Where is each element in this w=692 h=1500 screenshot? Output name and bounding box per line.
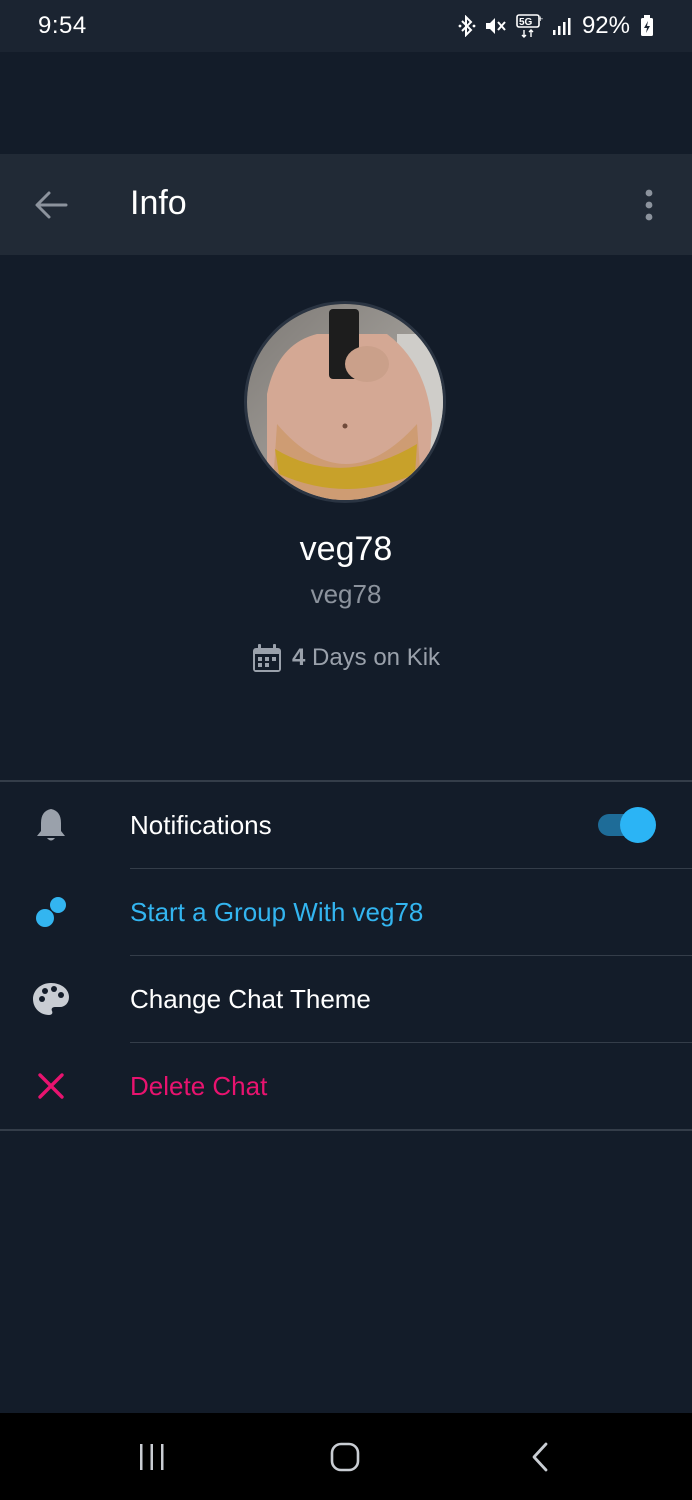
delete-chat-label: Delete Chat — [130, 1070, 268, 1101]
username: veg78 — [310, 579, 382, 609]
bell-icon — [37, 809, 65, 841]
profile-photo — [247, 304, 443, 500]
delete-chat-row[interactable]: Delete Chat — [0, 1043, 692, 1129]
close-icon-wrap — [30, 1065, 72, 1107]
app-bar: Info — [0, 154, 692, 255]
back-icon — [532, 1442, 548, 1472]
signal-icon — [552, 18, 571, 35]
svg-text:5G: 5G — [519, 17, 533, 28]
bell-icon-wrap — [30, 804, 72, 846]
close-icon — [38, 1073, 64, 1099]
change-theme-label: Change Chat Theme — [130, 983, 371, 1014]
group-dots-icon — [36, 897, 66, 927]
days-on-kik: 4 Days on Kik — [0, 643, 692, 673]
more-options-button[interactable] — [630, 182, 668, 228]
back-button[interactable] — [28, 182, 74, 228]
home-button[interactable] — [315, 1433, 375, 1481]
group-icon-wrap — [30, 891, 72, 933]
display-name: veg78 — [299, 530, 393, 568]
notifications-label: Notifications — [130, 809, 272, 840]
notifications-toggle[interactable] — [598, 806, 658, 844]
5g-icon: 5G + — [516, 14, 543, 38]
svg-text:+: + — [538, 14, 543, 24]
status-bar: 9:54 5G + 92% — [0, 0, 692, 52]
status-time: 9:54 — [38, 12, 87, 39]
change-theme-row[interactable]: Change Chat Theme — [0, 956, 692, 1042]
page-title: Info — [130, 184, 187, 222]
palette-icon — [33, 983, 69, 1015]
status-icons: 5G + — [458, 14, 572, 38]
recent-apps-button[interactable] — [122, 1433, 182, 1481]
palette-icon-wrap — [30, 978, 72, 1020]
back-nav-button[interactable] — [510, 1433, 570, 1481]
days-count: 4 — [291, 644, 306, 671]
battery-percent: 92% — [581, 12, 630, 39]
divider — [0, 1129, 692, 1131]
avatar[interactable] — [244, 301, 446, 503]
start-group-label: Start a Group With veg78 — [130, 896, 424, 927]
notifications-row[interactable]: Notifications — [0, 782, 692, 868]
recent-apps-icon — [140, 1444, 164, 1470]
mute-icon — [485, 18, 506, 34]
start-group-row[interactable]: Start a Group With veg78 — [0, 869, 692, 955]
system-nav-bar — [0, 1413, 692, 1500]
more-vertical-icon — [645, 189, 653, 221]
home-icon — [330, 1442, 360, 1472]
calendar-icon — [252, 644, 281, 672]
bluetooth-icon — [458, 15, 476, 37]
status-icons-group: 5G + 92% — [458, 12, 654, 40]
top-spacer — [0, 52, 692, 154]
days-label: Days on Kik — [311, 644, 441, 671]
toggle-knob — [620, 807, 656, 843]
battery-charging-icon — [641, 15, 653, 36]
arrow-left-icon — [35, 191, 68, 219]
